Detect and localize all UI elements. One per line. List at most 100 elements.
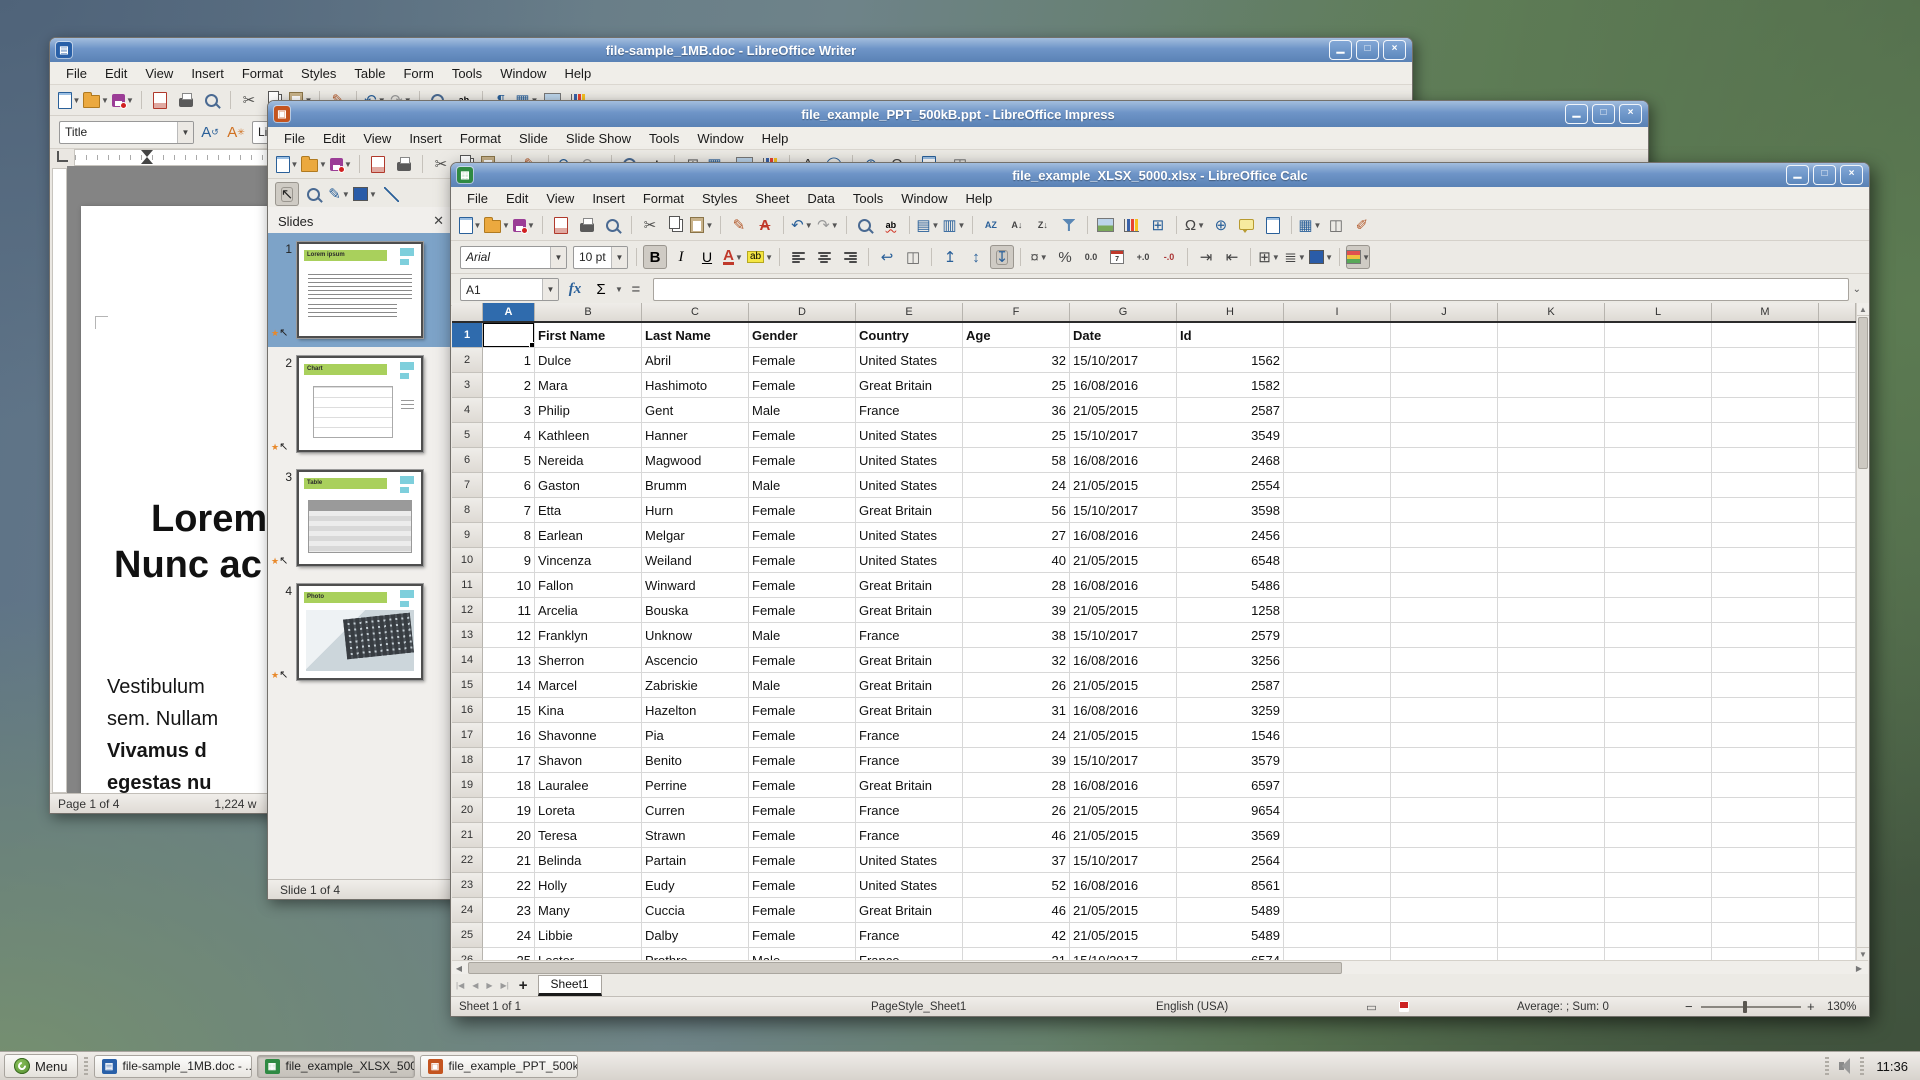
cell[interactable]: [1819, 923, 1856, 948]
show-draw-functions-icon[interactable]: ✐: [1350, 213, 1374, 237]
cell[interactable]: [1819, 898, 1856, 923]
cell[interactable]: [1819, 323, 1856, 348]
cell[interactable]: United States: [856, 548, 963, 573]
row-header-11[interactable]: 11: [452, 573, 483, 598]
cell[interactable]: [1819, 373, 1856, 398]
cell[interactable]: Many: [535, 898, 642, 923]
cell[interactable]: 10: [483, 573, 535, 598]
cell[interactable]: 12: [483, 623, 535, 648]
cell[interactable]: Female: [749, 548, 856, 573]
menu-insert[interactable]: Insert: [584, 190, 633, 207]
cell[interactable]: [1605, 748, 1712, 773]
cell[interactable]: [1712, 323, 1819, 348]
slide-item-1[interactable]: 1Lorem ipsum★↖: [268, 233, 454, 347]
cell[interactable]: [1391, 423, 1498, 448]
cell[interactable]: [1712, 698, 1819, 723]
cell[interactable]: United States: [856, 448, 963, 473]
cell[interactable]: Eudy: [642, 873, 749, 898]
align-top-icon[interactable]: ↥: [938, 245, 962, 269]
row-header-7[interactable]: 7: [452, 473, 483, 498]
cell[interactable]: [1284, 448, 1391, 473]
cell[interactable]: [1284, 473, 1391, 498]
cell[interactable]: Great Britain: [856, 498, 963, 523]
cell[interactable]: [1498, 698, 1605, 723]
cell[interactable]: 1546: [1177, 723, 1284, 748]
menu-format[interactable]: Format: [234, 65, 291, 82]
cell[interactable]: [1284, 923, 1391, 948]
vertical-scrollbar[interactable]: ▲ ▼: [1856, 303, 1869, 960]
cell[interactable]: 16/08/2016: [1070, 448, 1177, 473]
cell[interactable]: Bouska: [642, 598, 749, 623]
cell[interactable]: Perrine: [642, 773, 749, 798]
column-header-K[interactable]: K: [1498, 303, 1605, 321]
chevron-down-icon[interactable]: ▼: [735, 253, 743, 262]
cell[interactable]: [1498, 323, 1605, 348]
cell[interactable]: Age: [963, 323, 1070, 348]
cell[interactable]: [1498, 648, 1605, 673]
cell[interactable]: [1819, 748, 1856, 773]
horizontal-scrollbar[interactable]: ◀ ▶: [452, 960, 1868, 975]
impress-titlebar[interactable]: ▣ file_example_PPT_500kB.ppt - LibreOffi…: [268, 101, 1648, 127]
chevron-down-icon[interactable]: ▼: [1362, 253, 1370, 262]
cell[interactable]: [1498, 598, 1605, 623]
cell[interactable]: Unknow: [642, 623, 749, 648]
slide-item-2[interactable]: 2Chart★↖: [268, 347, 454, 461]
cell[interactable]: 26: [963, 798, 1070, 823]
menu-format[interactable]: Format: [452, 130, 509, 147]
cell[interactable]: 25: [963, 373, 1070, 398]
selected-cell-A1[interactable]: [483, 323, 535, 348]
column-header-I[interactable]: I: [1284, 303, 1391, 321]
new-icon[interactable]: ▼: [57, 88, 81, 112]
cell[interactable]: [1712, 548, 1819, 573]
open-icon[interactable]: ▼: [484, 213, 510, 237]
cell[interactable]: 6574: [1177, 948, 1284, 960]
cell[interactable]: [1391, 323, 1498, 348]
calc-titlebar[interactable]: ▦ file_example_XLSX_5000.xlsx - LibreOff…: [451, 163, 1869, 187]
cell[interactable]: France: [856, 948, 963, 960]
cell[interactable]: [1498, 948, 1605, 960]
cell[interactable]: Female: [749, 698, 856, 723]
cell[interactable]: 21/05/2015: [1070, 898, 1177, 923]
cell[interactable]: [1819, 498, 1856, 523]
cell[interactable]: Dulce: [535, 348, 642, 373]
cell[interactable]: United States: [856, 423, 963, 448]
cell[interactable]: [1819, 548, 1856, 573]
cell[interactable]: [1391, 873, 1498, 898]
print-icon[interactable]: [174, 88, 198, 112]
sort-icon[interactable]: AZ: [979, 213, 1003, 237]
column-header-J[interactable]: J: [1391, 303, 1498, 321]
maximize-button[interactable]: □: [1356, 40, 1379, 60]
cell[interactable]: [1498, 798, 1605, 823]
cell[interactable]: 16/08/2016: [1070, 523, 1177, 548]
function-wizard-icon[interactable]: fx: [563, 278, 587, 302]
cell[interactable]: Male: [749, 948, 856, 960]
cell[interactable]: Earlean: [535, 523, 642, 548]
unsaved-changes-icon[interactable]: [1399, 1001, 1409, 1012]
cell[interactable]: Great Britain: [856, 698, 963, 723]
align-left-icon[interactable]: [786, 245, 810, 269]
paragraph-style-combo[interactable]: Title ▼: [59, 121, 194, 144]
cell[interactable]: [1498, 348, 1605, 373]
chevron-down-icon[interactable]: ▼: [319, 160, 327, 169]
print-preview-icon[interactable]: [601, 213, 625, 237]
cut-icon[interactable]: ✂: [638, 213, 662, 237]
cell[interactable]: 52: [963, 873, 1070, 898]
cell[interactable]: [1284, 898, 1391, 923]
cell[interactable]: [1498, 898, 1605, 923]
chevron-down-icon[interactable]: ▼: [611, 247, 627, 268]
font-size-combo[interactable]: 10 pt ▼: [573, 246, 628, 269]
chevron-down-icon[interactable]: ▼: [1040, 253, 1048, 262]
cell[interactable]: [1819, 723, 1856, 748]
menu-window[interactable]: Window: [689, 130, 751, 147]
format-as-percent-icon[interactable]: %: [1053, 245, 1077, 269]
menu-form[interactable]: Form: [395, 65, 441, 82]
cell[interactable]: [1605, 823, 1712, 848]
menu-file[interactable]: File: [276, 130, 313, 147]
cell[interactable]: [1819, 598, 1856, 623]
cell[interactable]: [1712, 473, 1819, 498]
cell[interactable]: 2468: [1177, 448, 1284, 473]
cell[interactable]: [1605, 523, 1712, 548]
bold-icon[interactable]: B: [643, 245, 667, 269]
row-header-9[interactable]: 9: [452, 523, 483, 548]
cell[interactable]: Hazelton: [642, 698, 749, 723]
